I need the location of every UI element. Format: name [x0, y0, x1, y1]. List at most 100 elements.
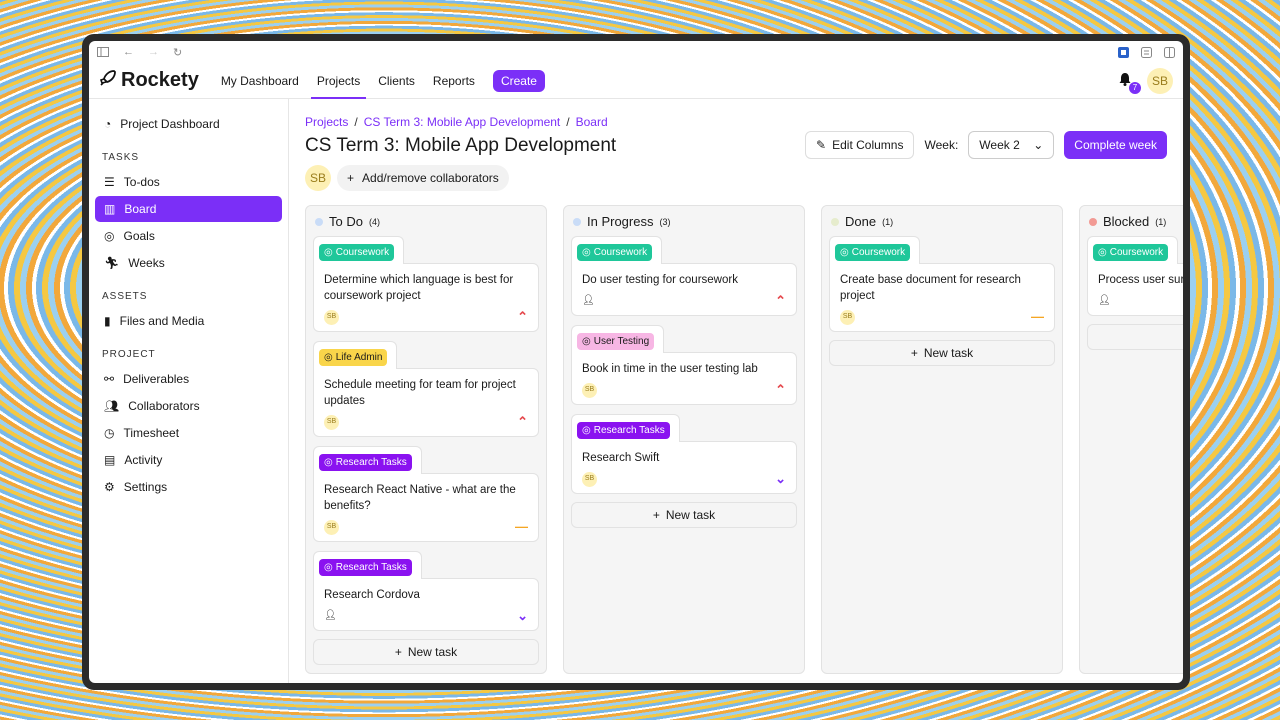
priority-medium-icon[interactable]: — — [1031, 309, 1044, 325]
priority-high-icon[interactable]: ⌃ — [517, 414, 528, 430]
extension-icon[interactable] — [1118, 46, 1129, 58]
breadcrumb: Projects / CS Term 3: Mobile App Develop… — [305, 115, 1167, 129]
gear-icon: ⚙ — [104, 480, 115, 494]
new-task-button[interactable]: + — [1087, 324, 1183, 350]
breadcrumb-projects[interactable]: Projects — [305, 115, 348, 129]
forward-icon[interactable]: → — [148, 46, 159, 58]
task-card-footer: 👤︎ ⌄ — [324, 608, 528, 624]
task-card[interactable]: ◎ Life Admin Schedule meeting for team for… — [313, 340, 539, 437]
task-tag[interactable]: ◎ Research Tasks — [319, 559, 412, 576]
unassigned-user-icon[interactable]: 👤︎ — [324, 608, 337, 624]
task-card-body: Process user sur 👤︎ — [1087, 263, 1183, 316]
new-task-button[interactable]: + New task — [313, 639, 539, 665]
priority-high-icon[interactable]: ⌃ — [775, 293, 786, 309]
assignee-avatar[interactable]: SB — [324, 309, 339, 325]
task-card[interactable]: ◎ Research Tasks Research Cordova 👤︎ ⌄ — [313, 550, 539, 631]
task-tag-tab: ◎ Coursework — [829, 236, 921, 264]
sidebar-item-settings[interactable]: ⚙ Settings — [95, 474, 282, 500]
reader-icon[interactable] — [1141, 46, 1152, 58]
nav-reports[interactable]: Reports — [433, 63, 475, 98]
back-icon[interactable]: ← — [123, 46, 134, 58]
task-card[interactable]: ◎ Coursework Create base document for rese… — [829, 235, 1055, 332]
device-frame: ← → ↻ Rockety My Dashboard Projects Clie… — [82, 34, 1190, 690]
main-content: Projects / CS Term 3: Mobile App Develop… — [289, 99, 1183, 683]
priority-high-icon[interactable]: ⌃ — [517, 309, 528, 325]
task-card[interactable]: ◎ Coursework Process user sur 👤︎ — [1087, 235, 1183, 316]
assignee-avatar[interactable]: SB — [582, 382, 597, 398]
add-collaborators-button[interactable]: + Add/remove collaborators — [337, 165, 509, 191]
task-card[interactable]: ◎ Coursework Determine which language is b… — [313, 235, 539, 332]
assignee-avatar[interactable]: SB — [324, 519, 339, 535]
task-card-body: Schedule meeting for team for project up… — [313, 368, 539, 437]
user-avatar[interactable]: SB — [1147, 67, 1173, 94]
new-task-button[interactable]: + New task — [829, 340, 1055, 366]
task-tag[interactable]: ◎ Coursework — [1093, 244, 1169, 261]
priority-medium-icon[interactable]: — — [515, 519, 528, 535]
nav-projects[interactable]: Projects — [310, 63, 367, 99]
task-card-body: Research React Native - what are the ben… — [313, 473, 539, 542]
task-card-body: Create base document for research projec… — [829, 263, 1055, 332]
task-tag[interactable]: ◎ Coursework — [319, 244, 395, 261]
task-tag[interactable]: ◎ Coursework — [835, 244, 911, 261]
week-select[interactable]: Week 2 ⌄ — [968, 131, 1055, 159]
breadcrumb-project[interactable]: CS Term 3: Mobile App Development — [364, 115, 561, 129]
target-icon: ◎ — [104, 229, 115, 243]
edit-columns-label: Edit Columns — [832, 138, 904, 152]
browser-chrome: ← → ↻ — [89, 41, 1183, 63]
new-task-button[interactable]: + New task — [571, 502, 797, 528]
column-header: Done (1) — [829, 214, 1055, 235]
task-card[interactable]: ◎ Research Tasks Research React Native - w… — [313, 445, 539, 542]
edit-columns-button[interactable]: ✎ Edit Columns — [805, 131, 915, 159]
sidebar-section-project: PROJECT — [102, 349, 156, 360]
task-card-body: Do user testing for coursework 👤︎ ⌃ — [571, 263, 797, 316]
sidebar-item-board[interactable]: ▥ Board — [95, 196, 282, 222]
task-title: Create base document for research projec… — [840, 274, 1021, 302]
board-column: To Do (4) ◎ Coursework Determine which langu… — [305, 205, 547, 674]
assignee-avatar[interactable]: SB — [582, 471, 597, 487]
sidebar-item-goals[interactable]: ◎ Goals — [95, 223, 282, 249]
sidebar-section-assets: ASSETS — [102, 291, 148, 302]
split-view-icon[interactable] — [1164, 46, 1175, 58]
priority-high-icon[interactable]: ⌃ — [775, 382, 786, 398]
clipboard-icon: ▤ — [104, 453, 116, 467]
priority-low-icon[interactable]: ⌄ — [775, 471, 786, 487]
task-card[interactable]: ◎ Research Tasks Research Swift SB ⌄ — [571, 413, 797, 494]
sidebar-item-project-dashboard[interactable]: ◔ Project Dashboard — [95, 111, 282, 137]
task-tag[interactable]: ◎ User Testing — [577, 333, 655, 350]
collaborator-avatar[interactable]: SB — [305, 165, 331, 191]
task-tag[interactable]: ◎ Research Tasks — [319, 454, 412, 471]
task-title: Research Swift — [582, 452, 660, 464]
checklist-icon: ☰ — [104, 175, 115, 189]
task-tag[interactable]: ◎ Coursework — [577, 244, 653, 261]
notifications-button[interactable]: 7 — [1117, 71, 1141, 94]
task-tag[interactable]: ◎ Research Tasks — [577, 422, 670, 439]
nav-my-dashboard[interactable]: My Dashboard — [221, 63, 299, 98]
priority-low-icon[interactable]: ⌄ — [517, 608, 528, 624]
sidebar-item-todos[interactable]: ☰ To-dos — [95, 169, 282, 195]
unassigned-user-icon[interactable]: 👤︎ — [1098, 293, 1111, 309]
nav-clients[interactable]: Clients — [378, 63, 415, 98]
unassigned-user-icon[interactable]: 👤︎ — [582, 293, 595, 309]
assignee-avatar[interactable]: SB — [324, 414, 339, 430]
task-card[interactable]: ◎ Coursework Do user testing for coursewor… — [571, 235, 797, 316]
sidebar-item-deliverables[interactable]: ⚯ Deliverables — [95, 366, 282, 392]
sidebar-item-label: Board — [124, 202, 157, 216]
task-card[interactable]: ◎ User Testing Book in time in the user te… — [571, 324, 797, 405]
board-column: Done (1) ◎ Coursework Create base document f… — [821, 205, 1063, 674]
sidebar-item-activity[interactable]: ▤ Activity — [95, 447, 282, 473]
sidebar-item-collaborators[interactable]: 👥︎ Collaborators — [95, 393, 282, 419]
breadcrumb-board[interactable]: Board — [576, 115, 608, 129]
task-tag[interactable]: ◎ Life Admin — [319, 349, 388, 366]
sidebar-item-files[interactable]: ▮ Files and Media — [95, 308, 282, 334]
complete-week-button[interactable]: Complete week — [1064, 131, 1167, 159]
sidebar-toggle-icon[interactable] — [97, 47, 109, 57]
column-header: To Do (4) — [313, 214, 539, 235]
create-button[interactable]: Create — [492, 69, 545, 92]
assignee-avatar[interactable]: SB — [840, 309, 855, 325]
reload-icon[interactable]: ↻ — [173, 46, 182, 59]
task-title: Do user testing for coursework — [582, 274, 738, 286]
sidebar-item-weeks[interactable]: 🏃︎ Weeks — [95, 250, 282, 276]
sidebar-item-timesheet[interactable]: ◷ Timesheet — [95, 420, 282, 446]
column-status-dot — [315, 217, 323, 226]
app-logo[interactable]: Rockety — [99, 69, 199, 93]
